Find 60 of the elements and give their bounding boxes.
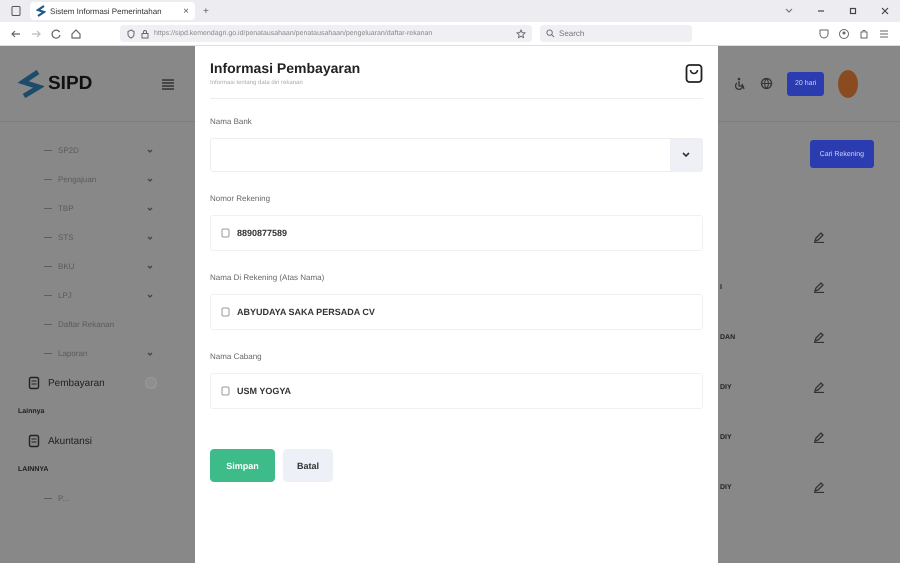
input-field[interactable]: ABYUDAYA SAKA PERSADA CV: [210, 294, 703, 330]
input-field[interactable]: USM YOGYA: [210, 373, 703, 409]
shopping-bag-icon: [685, 62, 703, 84]
tab-close-button[interactable]: ×: [183, 6, 189, 16]
close-icon[interactable]: [880, 6, 890, 16]
logo-icon: [18, 68, 44, 98]
chevron-icon: [147, 206, 153, 212]
pocket-icon[interactable]: [818, 28, 830, 40]
edit-icon[interactable]: [813, 431, 825, 443]
field-label: Nama Bank: [210, 117, 253, 126]
chevron-icon: [147, 264, 153, 270]
menu-icon[interactable]: [878, 28, 890, 40]
field-value: ABYUDAYA SAKA PERSADA CV: [237, 307, 375, 317]
site-logo-icon: [36, 5, 46, 17]
edit-icon[interactable]: [813, 331, 825, 343]
star-icon[interactable]: [516, 28, 526, 38]
edit-icon[interactable]: [813, 281, 825, 293]
accessibility-icon[interactable]: [734, 76, 746, 90]
sidebar-item[interactable]: Pembayaran: [0, 368, 195, 398]
home-icon[interactable]: [70, 28, 82, 40]
globe-icon[interactable]: [760, 77, 773, 90]
dialog-title: Informasi Pembayaran: [210, 60, 360, 76]
field-value: USM YOGYA: [237, 386, 292, 396]
reload-icon[interactable]: [50, 28, 62, 40]
chevron-icon: [147, 176, 153, 182]
document-icon: [28, 434, 40, 448]
chevron-icon: [147, 148, 153, 154]
document-icon: [28, 376, 40, 390]
edit-icon[interactable]: [813, 231, 825, 243]
restore-icon[interactable]: [848, 6, 858, 16]
input-field[interactable]: 8890877589: [210, 215, 703, 251]
field-label: Nama Di Rekening (Atas Nama): [210, 273, 326, 282]
account-icon[interactable]: [838, 28, 850, 40]
caret-icon: [682, 152, 690, 158]
tab-title: Sistem Informasi Pemerintahan: [50, 6, 163, 16]
chevron-icon: [147, 234, 153, 240]
chevron-icon: [147, 350, 153, 356]
field-icon: [221, 386, 230, 396]
save-button[interactable]: Simpan: [210, 449, 275, 482]
edit-icon[interactable]: [813, 481, 825, 493]
field-label: Nomor Rekening: [210, 194, 272, 203]
back-icon[interactable]: [10, 28, 22, 40]
new-tab-button[interactable]: +: [203, 6, 209, 16]
sidebar-item[interactable]: Akuntansi: [0, 426, 195, 456]
field-icon: [221, 228, 230, 238]
browser-tab[interactable]: Sistem Informasi Pemerintahan ×: [30, 2, 195, 20]
chevron-icon: [147, 292, 153, 298]
shield-icon: [126, 28, 136, 38]
menu-icon[interactable]: [161, 78, 175, 90]
lock-icon: [140, 28, 150, 38]
cancel-button[interactable]: Batal: [283, 449, 333, 482]
field-value: 8890877589: [237, 228, 288, 238]
avatar[interactable]: [838, 70, 858, 98]
extensions-icon[interactable]: [858, 28, 870, 40]
tab-list-icon[interactable]: [10, 5, 22, 17]
search-field[interactable]: Search: [540, 25, 692, 42]
field-icon: [221, 307, 230, 317]
logo-text: SIPD: [48, 72, 92, 94]
edit-icon[interactable]: [813, 381, 825, 393]
field-label: Nama Cabang: [210, 352, 263, 361]
